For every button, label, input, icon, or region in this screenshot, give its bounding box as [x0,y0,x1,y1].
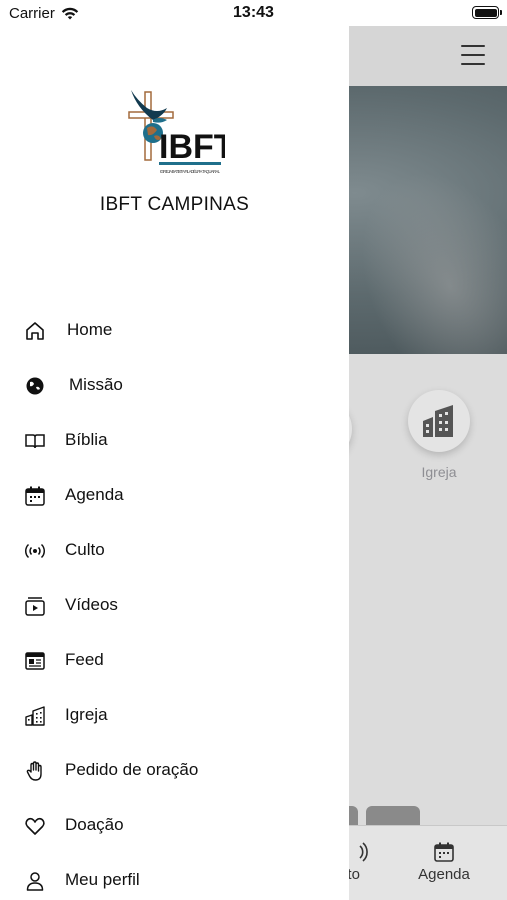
menu-item-videos[interactable]: Vídeos [0,578,349,633]
tab-agenda[interactable]: Agenda [404,842,484,883]
building-icon [24,705,46,727]
calendar-icon [24,485,46,507]
menu-item-agenda[interactable]: Agenda [0,468,349,523]
menu-item-igreja[interactable]: Igreja [0,688,349,743]
menu-item-label: Vídeos [65,595,118,614]
home-icon [24,320,46,342]
menu-item-label: Agenda [65,485,124,504]
menu-item-label: Missão [69,375,123,394]
menu-item-label: Pedido de oração [65,760,199,779]
menu-item-label: Feed [65,650,104,669]
menu-item-feed[interactable]: Feed [0,633,349,688]
menu-item-doacao[interactable]: Doação [0,798,349,853]
globe-icon [24,375,46,397]
menu-item-label: Meu perfil [65,870,140,889]
church-name: IBFT CAMPINAS [99,194,250,215]
menu-item-label: Doação [65,815,124,834]
menu-item-culto[interactable]: Culto [0,523,349,578]
tile-label-igreja: Igreja [421,464,457,480]
calendar-icon [434,842,454,862]
menu-item-label: Culto [65,540,105,559]
menu-item-label: Bíblia [65,430,108,449]
heart-icon [24,815,46,837]
user-icon [24,870,46,892]
newspaper-icon [24,650,46,672]
hand-icon [24,760,46,782]
hamburger-menu-icon[interactable] [461,45,485,65]
logo-tagline: IGREJA BATISTA FILADÉLFIA TAQUARAL [160,169,221,174]
navigation-drawer: IBFT IGREJA BATISTA FILADÉLFIA TAQUARAL … [0,26,349,900]
menu-item-biblia[interactable]: Bíblia [0,413,349,468]
menu-item-meu-perfil[interactable]: Meu perfil [0,853,349,900]
menu-item-pedido-de-oracao[interactable]: Pedido de oração [0,743,349,798]
menu-item-label: Home [67,320,113,339]
drawer-menu: Home Missão Bíblia Agenda Culto Vídeos F… [0,303,349,900]
broadcast-icon [24,540,46,562]
book-icon [24,430,46,452]
video-icon [24,595,46,617]
menu-item-missao[interactable]: Missão [0,358,349,413]
logo-text: IBFT [159,128,225,166]
status-time: 13:43 [233,4,274,21]
shortcut-tile-igreja[interactable] [408,390,470,452]
building-icon [423,405,453,437]
ibft-logo: IBFT IGREJA BATISTA FILADÉLFIA TAQUARAL [128,90,225,174]
status-bar: Carrier 13:43 [0,0,507,26]
menu-item-label: Igreja [65,705,108,724]
battery-icon [472,6,502,19]
tab-label: Agenda [418,866,470,883]
menu-item-home[interactable]: Home [0,303,349,358]
